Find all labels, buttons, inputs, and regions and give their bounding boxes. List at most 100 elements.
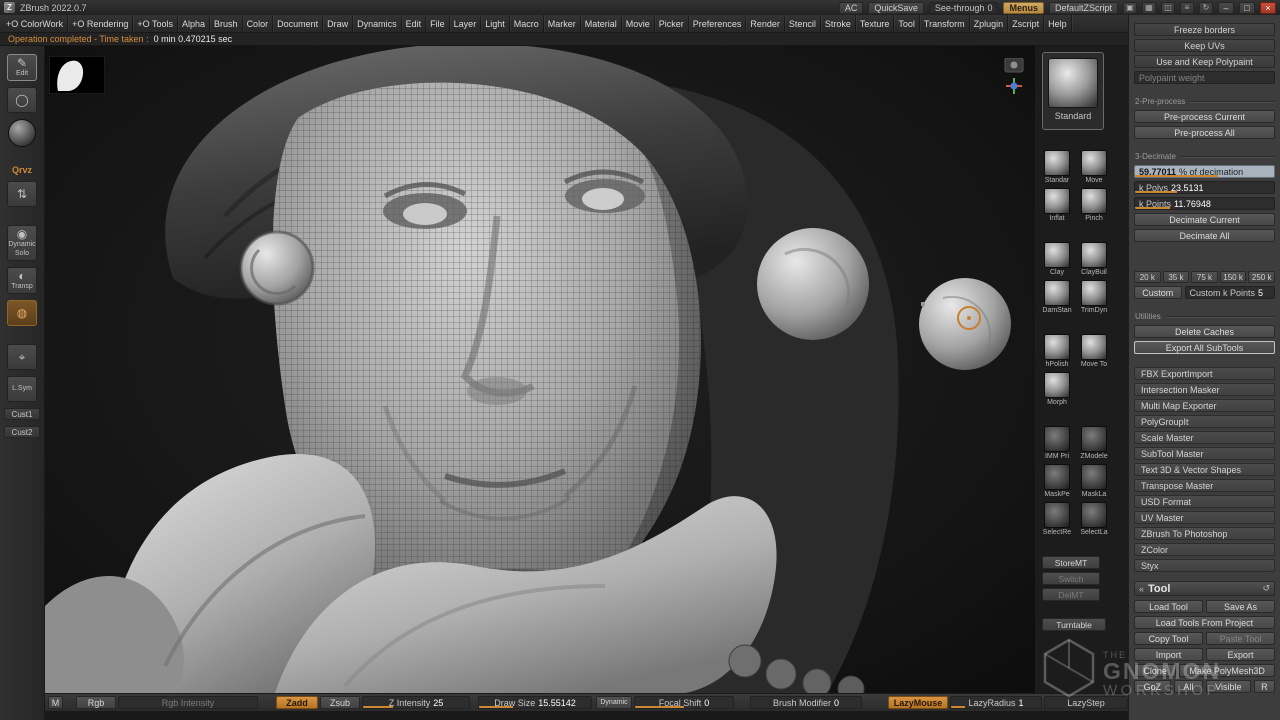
menu-item-zscript[interactable]: Zscript — [1008, 15, 1044, 32]
refresh-icon[interactable]: ↻ — [1199, 2, 1213, 14]
menu-item-rendering[interactable]: +O Rendering — [68, 15, 133, 32]
plugin-uv-master[interactable]: UV Master — [1134, 511, 1275, 524]
m-button[interactable]: M — [48, 696, 63, 709]
draw-size-slider[interactable]: Draw Size 15.55142 — [478, 696, 592, 709]
k-polys-slider[interactable]: k Polys 23.5131 — [1134, 181, 1275, 194]
make-polymesh3d-button[interactable]: Make PolyMesh3D — [1179, 664, 1275, 677]
paste-tool-button[interactable]: Paste Tool — [1206, 632, 1275, 645]
clone-button[interactable]: Clone — [1134, 664, 1176, 677]
menu-item-file[interactable]: File — [426, 15, 450, 32]
freeze-borders-toggle[interactable]: Freeze borders — [1134, 23, 1275, 36]
transp-button[interactable]: ◐ Transp — [7, 267, 37, 294]
decimate-all-button[interactable]: Decimate All — [1134, 229, 1275, 242]
del-mt-button[interactable]: DelMT — [1042, 588, 1100, 601]
menu-item-layer[interactable]: Layer — [450, 15, 482, 32]
lazymouse-button[interactable]: LazyMouse — [888, 696, 948, 709]
menu-item-document[interactable]: Document — [273, 15, 323, 32]
menu-item-light[interactable]: Light — [481, 15, 510, 32]
menu-item-texture[interactable]: Texture — [856, 15, 895, 32]
reload-tool-icon[interactable]: ↺ — [1262, 583, 1270, 594]
ghost-button[interactable]: ◍ — [7, 300, 37, 326]
grid-icon[interactable]: ▦ — [1142, 2, 1156, 14]
custom-button[interactable]: Custom — [1134, 286, 1182, 299]
close-button[interactable]: × — [1260, 2, 1276, 14]
qrvz-button[interactable]: Qrvz — [12, 165, 32, 175]
turntable-button[interactable]: Turntable — [1042, 618, 1106, 631]
switch-button[interactable]: Switch — [1042, 572, 1100, 585]
cust2-button[interactable]: Cust2 — [4, 426, 40, 438]
brush-selectlasso[interactable]: SelectLa — [1079, 502, 1109, 536]
preprocess-all-button[interactable]: Pre-process All — [1134, 126, 1275, 139]
preset-150k-button[interactable]: 150 k — [1220, 271, 1247, 283]
brush-move-topological[interactable]: Move To — [1079, 334, 1109, 368]
zsub-button[interactable]: Zsub — [320, 696, 360, 709]
ac-button[interactable]: AC — [839, 2, 864, 14]
menu-item-colorwork[interactable]: +O ColorWork — [2, 15, 68, 32]
menu-item-stencil[interactable]: Stencil — [785, 15, 821, 32]
use-keep-polypaint-toggle[interactable]: Use and Keep Polypaint — [1134, 55, 1275, 68]
export-all-subtools-button[interactable]: Export All SubTools — [1134, 341, 1275, 354]
axis-gizmo[interactable] — [1001, 58, 1027, 100]
import-button[interactable]: Import — [1134, 648, 1203, 661]
menu-item-color[interactable]: Color — [243, 15, 274, 32]
preprocess-current-button[interactable]: Pre-process Current — [1134, 110, 1275, 123]
menu-item-transform[interactable]: Transform — [920, 15, 970, 32]
see-through-slider[interactable]: See-through 0 — [929, 2, 999, 14]
brush-pinch[interactable]: Pinch — [1079, 188, 1109, 222]
keep-uvs-toggle[interactable]: Keep UVs — [1134, 39, 1275, 52]
brush-selectrect[interactable]: SelectRe — [1042, 502, 1072, 536]
brush-damstandard[interactable]: DamStan — [1042, 280, 1072, 314]
store-mt-button[interactable]: StoreMT — [1042, 556, 1100, 569]
plugin-text-3d-vector-shapes[interactable]: Text 3D & Vector Shapes — [1134, 463, 1275, 476]
plugin-styx[interactable]: Styx — [1134, 559, 1275, 572]
menu-item-tools[interactable]: +O Tools — [133, 15, 178, 32]
layout-icon[interactable]: ◫ — [1161, 2, 1175, 14]
tool-preview-thumbnail[interactable] — [49, 56, 105, 94]
plugin-transpose-master[interactable]: Transpose Master — [1134, 479, 1275, 492]
plugin-fbx-exportimport[interactable]: FBX ExportImport — [1134, 367, 1275, 380]
goz-all-button[interactable]: All — [1174, 680, 1203, 693]
export-button[interactable]: Export — [1206, 648, 1275, 661]
menu-item-preferences[interactable]: Preferences — [689, 15, 747, 32]
save-as-button[interactable]: Save As — [1206, 600, 1275, 613]
sculpt-viewport[interactable] — [45, 46, 1035, 693]
copy-tool-button[interactable]: Copy Tool — [1134, 632, 1203, 645]
zadd-button[interactable]: Zadd — [276, 696, 318, 709]
plugin-usd-format[interactable]: USD Format — [1134, 495, 1275, 508]
brush-inflat[interactable]: Inflat — [1042, 188, 1072, 222]
decimation-percent-slider[interactable]: 59.77011 % of decimation — [1134, 165, 1275, 178]
z-intensity-slider[interactable]: Z Intensity 25 — [362, 696, 470, 709]
plugin-multi-map-exporter[interactable]: Multi Map Exporter — [1134, 399, 1275, 412]
plugin-zbrush-to-photoshop[interactable]: ZBrush To Photoshop — [1134, 527, 1275, 540]
draw-pointer-button[interactable]: ◯ — [7, 87, 37, 113]
menu-lines-icon[interactable]: ≡ — [1180, 2, 1194, 14]
collapse-panel-icon[interactable]: « — [1139, 584, 1144, 594]
plugin-zcolor[interactable]: ZColor — [1134, 543, 1275, 556]
menu-item-brush[interactable]: Brush — [210, 15, 243, 32]
delete-caches-button[interactable]: Delete Caches — [1134, 325, 1275, 338]
k-points-slider[interactable]: k Points 11.76948 — [1134, 197, 1275, 210]
menu-item-marker[interactable]: Marker — [544, 15, 581, 32]
menus-button[interactable]: Menus — [1003, 2, 1044, 14]
brush-standard[interactable]: Standar — [1042, 150, 1072, 184]
plugin-polygroupit[interactable]: PolyGroupIt — [1134, 415, 1275, 428]
quicksave-button[interactable]: QuickSave — [868, 2, 924, 14]
lazyradius-slider[interactable]: LazyRadius 1 — [950, 696, 1042, 709]
dynamic-button[interactable]: Dynamic — [596, 696, 632, 709]
plugin-subtool-master[interactable]: SubTool Master — [1134, 447, 1275, 460]
menu-item-stroke[interactable]: Stroke — [821, 15, 856, 32]
menu-item-macro[interactable]: Macro — [510, 15, 544, 32]
brush-imm-primitives[interactable]: IMM Pri — [1042, 426, 1072, 460]
brush-zmodeler[interactable]: ZModele — [1079, 426, 1109, 460]
swatch-grid-icon[interactable]: ▣ — [1123, 2, 1137, 14]
nav-button[interactable]: ⇅ — [7, 181, 37, 207]
menu-item-zplugin[interactable]: Zplugin — [970, 15, 1009, 32]
tool-palette-header[interactable]: « Tool ↺ — [1134, 581, 1275, 596]
menu-item-edit[interactable]: Edit — [402, 15, 427, 32]
brush-morph[interactable]: Morph — [1042, 372, 1072, 406]
brush-claybuildup[interactable]: ClayBuil — [1079, 242, 1109, 276]
dynamic-solo-button[interactable]: ◉ Dynamic Solo — [7, 225, 37, 261]
brush-modifier-slider[interactable]: Brush Modifier 0 — [750, 696, 862, 709]
cust1-button[interactable]: Cust1 — [4, 408, 40, 420]
brush-masklasso[interactable]: MaskLa — [1079, 464, 1109, 498]
